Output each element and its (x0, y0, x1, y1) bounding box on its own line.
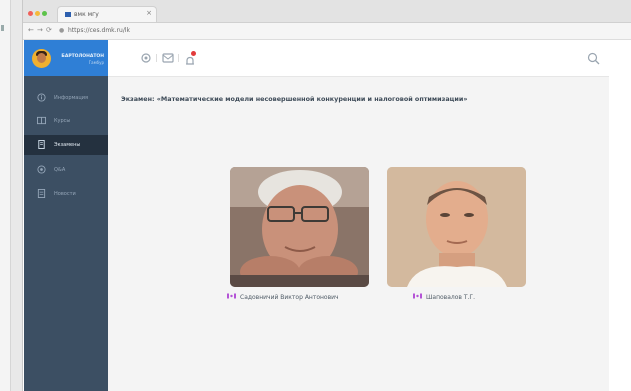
favicon-icon (65, 12, 71, 17)
avatar (32, 49, 51, 68)
tab-title: вмк мгу (74, 11, 99, 18)
exam-icon (38, 140, 45, 149)
sidebar-item-label: Информация (54, 95, 89, 101)
toolbar-divider (178, 54, 179, 62)
teacher-card[interactable]: Шаповалов Т.Г. (387, 167, 526, 301)
desktop-left-strip (0, 0, 11, 391)
messages-icon[interactable] (162, 52, 174, 64)
profile-header[interactable]: БАРТОЛОНАТОН Гамбур (24, 40, 108, 76)
teacher-card[interactable]: Садовничий Виктор Антонович (227, 167, 369, 301)
sidebar: БАРТОЛОНАТОН Гамбур Информация Курсы Экз… (24, 40, 108, 391)
teacher-status-icon (227, 293, 236, 299)
settings-icon[interactable] (140, 52, 152, 64)
sidebar-item-label: Q&A (54, 167, 66, 173)
notifications-button[interactable] (184, 51, 196, 65)
page-title: Экзамен: «Математические модели несоверш… (121, 95, 468, 103)
search-icon[interactable] (587, 52, 600, 65)
close-tab-icon[interactable]: × (146, 9, 152, 17)
strip-marker (1, 25, 4, 31)
teacher-name: Садовничий Виктор Антонович (240, 294, 339, 301)
url-field[interactable]: https://ces.dmk.ru/lk (68, 27, 130, 34)
reload-icon[interactable]: ⟳ (46, 26, 52, 34)
notification-badge (191, 51, 196, 56)
profile-subtitle: Гамбур (88, 60, 104, 65)
sidebar-item-exams[interactable]: Экзамены (24, 135, 108, 155)
browser-tabbar: вмк мгу × (23, 0, 631, 23)
sidebar-item-label: Экзамены (54, 142, 81, 148)
main-content: Экзамен: «Математические модели несоверш… (108, 77, 609, 391)
top-toolbar (108, 40, 609, 77)
teacher-photo (387, 167, 526, 287)
chat-icon (37, 165, 46, 174)
teacher-label: Садовничий Виктор Антонович (227, 293, 339, 301)
sidebar-item-news[interactable]: Новости (24, 184, 108, 204)
sidebar-item-courses[interactable]: Курсы (24, 111, 108, 131)
back-icon[interactable]: ← (28, 26, 34, 34)
address-bar: ← → ⟳ ● https://ces.dmk.ru/lk (23, 23, 631, 40)
news-icon (37, 189, 46, 198)
sidebar-item-qa[interactable]: Q&A (24, 160, 108, 180)
sidebar-item-info[interactable]: Информация (24, 88, 108, 108)
browser-tab[interactable]: вмк мгу × (57, 6, 157, 22)
sidebar-item-label: Курсы (54, 118, 71, 124)
toolbar-divider (156, 54, 157, 62)
teacher-photo (230, 167, 369, 287)
close-window-button[interactable] (28, 11, 33, 16)
sidebar-item-label: Новости (54, 191, 76, 197)
bell-icon (186, 56, 194, 65)
teacher-name: Шаповалов Т.Г. (426, 294, 475, 301)
info-icon (37, 93, 46, 102)
book-icon (37, 116, 46, 125)
maximize-window-button[interactable] (42, 11, 47, 16)
teacher-status-icon (413, 293, 422, 299)
minimize-window-button[interactable] (35, 11, 40, 16)
forward-icon[interactable]: → (37, 26, 43, 34)
lock-icon: ● (59, 27, 65, 34)
teacher-label: Шаповалов Т.Г. (413, 293, 475, 301)
